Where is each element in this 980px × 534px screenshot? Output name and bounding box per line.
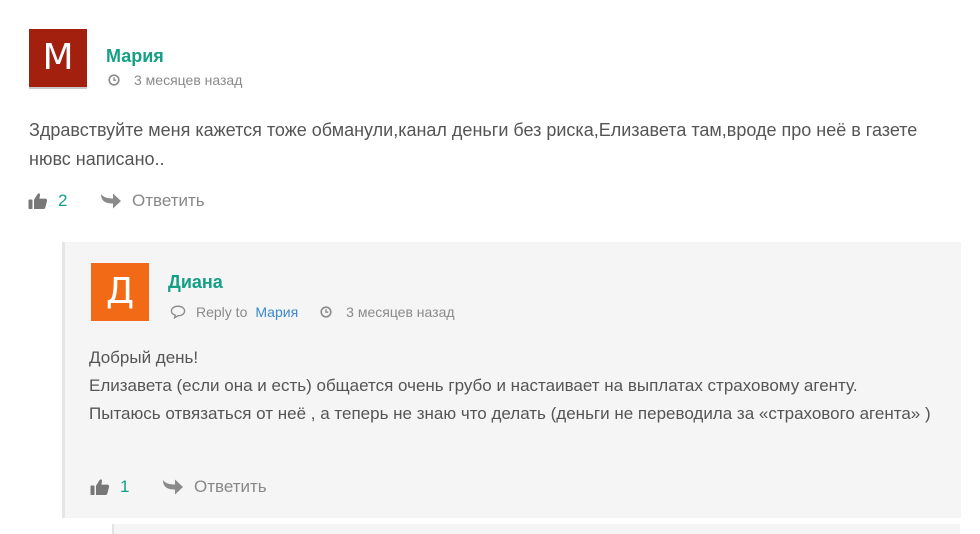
comment-meta: Reply to Мария 3 месяцев назад bbox=[170, 304, 455, 320]
comment-line: Добрый день! bbox=[89, 348, 199, 367]
reply-comment-diana: Д Диана Reply to Мария 3 месяцев назад Д… bbox=[62, 242, 961, 518]
avatar[interactable]: Д bbox=[91, 263, 149, 321]
thumbs-up-icon[interactable] bbox=[90, 478, 110, 496]
reply-arrow-icon[interactable] bbox=[100, 192, 122, 210]
nested-reply-box bbox=[112, 524, 960, 534]
clock-icon bbox=[320, 306, 332, 318]
avatar-letter: M bbox=[42, 37, 74, 78]
reply-to-link[interactable]: Мария bbox=[255, 304, 298, 320]
like-count: 1 bbox=[120, 477, 130, 496]
reply-button[interactable]: Ответить bbox=[194, 477, 267, 497]
thumbs-up-icon[interactable] bbox=[28, 192, 48, 210]
comment-author[interactable]: Диана bbox=[168, 272, 223, 293]
reply-button[interactable]: Ответить bbox=[132, 191, 205, 211]
comment-actions: 2 Ответить bbox=[28, 191, 205, 211]
avatar-letter: Д bbox=[105, 271, 135, 312]
reply-arrow-icon[interactable] bbox=[162, 478, 184, 496]
clock-icon bbox=[108, 74, 120, 86]
reply-to-label: Reply to bbox=[196, 304, 248, 320]
comment-author[interactable]: Мария bbox=[106, 46, 164, 67]
comment-text: Добрый день! Елизавета (если она и есть)… bbox=[89, 344, 949, 428]
like-count: 2 bbox=[58, 191, 68, 210]
comment-time[interactable]: 3 месяцев назад bbox=[134, 72, 242, 88]
comment-text: Здравствуйте меня кажется тоже обманули,… bbox=[29, 120, 918, 169]
comment-time[interactable]: 3 месяцев назад bbox=[346, 304, 454, 320]
comment-line: Пытаюсь отвязаться от неё , а теперь не … bbox=[89, 404, 931, 423]
comment-meta: 3 месяцев назад bbox=[108, 72, 242, 88]
speech-bubble-icon bbox=[170, 305, 186, 319]
comment-line: Елизавета (если она и есть) общается оче… bbox=[89, 376, 858, 395]
avatar[interactable]: M bbox=[29, 29, 87, 89]
comment-actions: 1 Ответить bbox=[90, 477, 267, 497]
